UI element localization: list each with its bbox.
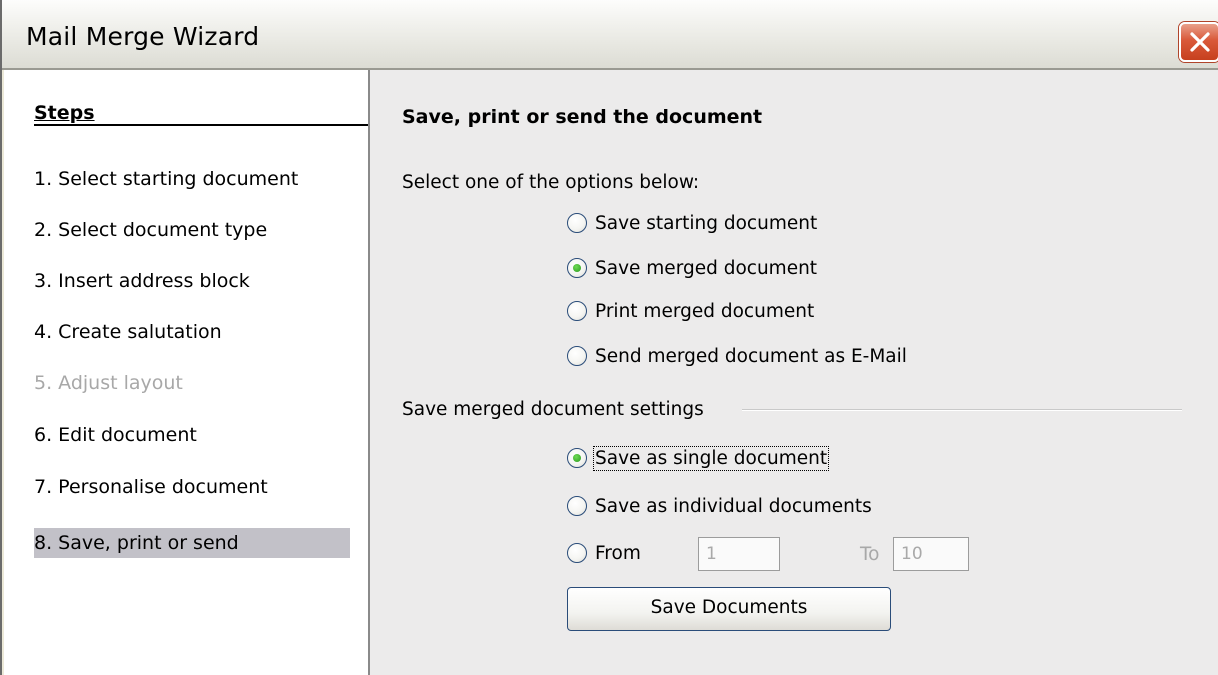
radio-button[interactable] (567, 346, 587, 366)
radio-label: Send merged document as E-Mail (595, 345, 907, 367)
radio-label: From (595, 542, 641, 564)
step-create-salutation[interactable]: 4. Create salutation (34, 317, 222, 347)
radio-button[interactable] (567, 301, 587, 321)
steps-divider (34, 124, 368, 126)
from-field[interactable]: 1 (698, 537, 780, 571)
to-field[interactable]: 10 (893, 537, 969, 571)
radio-label: Save merged document (595, 257, 818, 279)
radio-label: Save starting document (595, 212, 818, 234)
step-save-print-send[interactable]: 8. Save, print or send (34, 528, 350, 558)
radio-save-starting-document[interactable]: Save starting document (567, 208, 817, 238)
radio-button[interactable] (567, 448, 587, 468)
radio-save-as-single-document[interactable]: Save as single document (567, 443, 830, 473)
settings-group-label: Save merged document settings (402, 399, 704, 420)
title-bar[interactable]: Mail Merge Wizard (2, 0, 1218, 70)
window-title: Mail Merge Wizard (26, 22, 260, 51)
radio-button[interactable] (567, 258, 587, 278)
radio-button[interactable] (567, 543, 587, 563)
radio-label: Save as individual documents (595, 495, 872, 517)
steps-header: Steps (34, 102, 95, 124)
close-icon (1190, 32, 1210, 52)
step-personalise-document[interactable]: 7. Personalise document (34, 472, 268, 502)
steps-panel: Steps 1. Select starting document 2. Sel… (4, 70, 370, 675)
main-panel: Save, print or send the document Select … (370, 70, 1218, 675)
radio-print-merged-document[interactable]: Print merged document (567, 296, 814, 326)
page-heading: Save, print or send the document (402, 106, 763, 128)
radio-label: Save as single document (592, 445, 830, 471)
step-adjust-layout: 5. Adjust layout (34, 372, 183, 394)
step-insert-address-block[interactable]: 3. Insert address block (34, 266, 250, 296)
group-divider (742, 409, 1182, 411)
save-documents-button[interactable]: Save Documents (567, 587, 891, 631)
mail-merge-wizard-window: Mail Merge Wizard Steps 1. Select starti… (0, 0, 1218, 675)
radio-save-merged-document[interactable]: Save merged document (567, 253, 817, 283)
radio-from[interactable]: From (567, 538, 641, 568)
to-label: To (860, 544, 880, 565)
radio-button[interactable] (567, 496, 587, 516)
step-edit-document[interactable]: 6. Edit document (34, 420, 197, 450)
close-button[interactable] (1179, 22, 1218, 62)
options-prompt: Select one of the options below: (402, 172, 700, 193)
radio-save-as-individual-documents[interactable]: Save as individual documents (567, 491, 872, 521)
radio-button[interactable] (567, 213, 587, 233)
radio-label: Print merged document (595, 300, 815, 322)
step-select-starting-document[interactable]: 1. Select starting document (34, 164, 298, 194)
step-select-document-type[interactable]: 2. Select document type (34, 215, 267, 245)
radio-send-merged-document-email[interactable]: Send merged document as E-Mail (567, 341, 907, 371)
